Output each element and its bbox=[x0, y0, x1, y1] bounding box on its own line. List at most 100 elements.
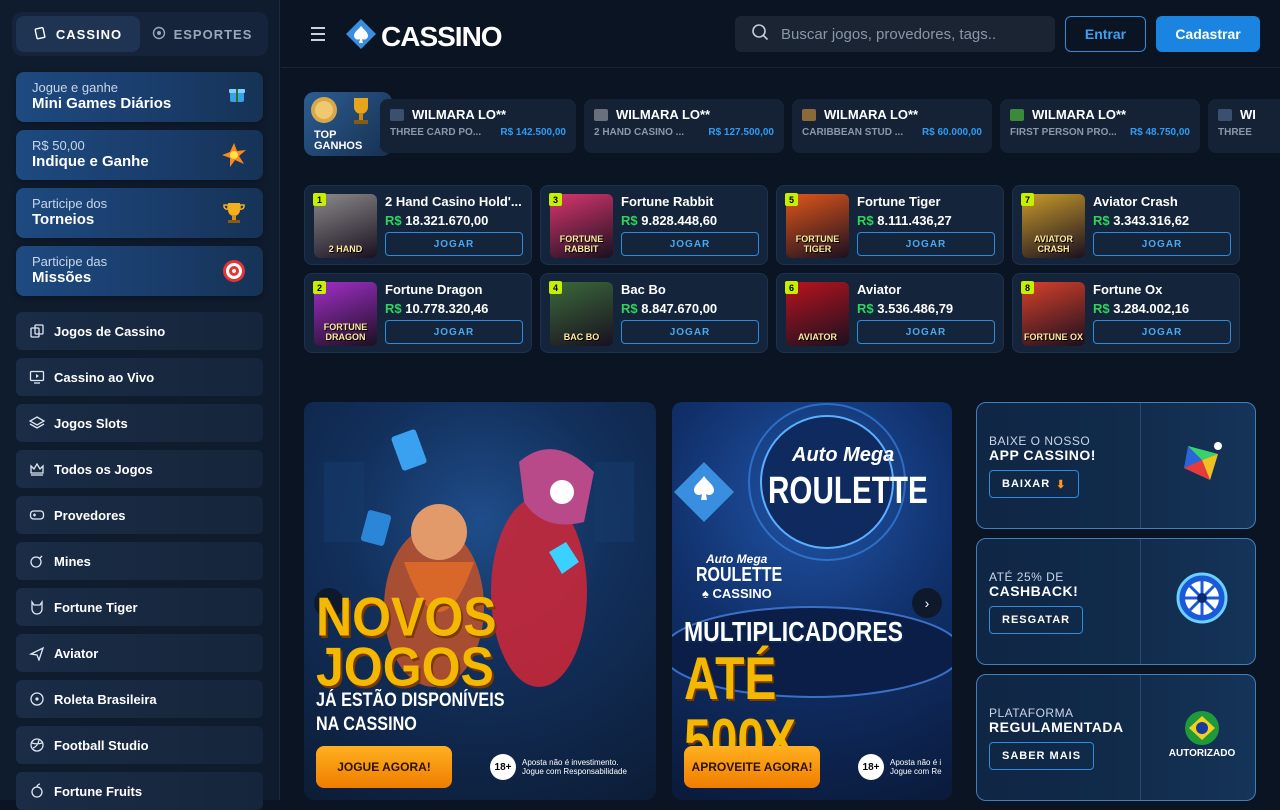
nav-mines[interactable]: Mines bbox=[16, 542, 263, 580]
rank-badge: 8 bbox=[1021, 281, 1034, 294]
search-input[interactable]: Buscar jogos, provedores, tags.. bbox=[735, 16, 1055, 52]
currency: R$ bbox=[621, 213, 638, 228]
winnings-value: 8.111.436,27 bbox=[877, 213, 952, 228]
play-button[interactable]: JOGAR bbox=[385, 320, 523, 344]
aproveite-agora-button[interactable]: APROVEITE AGORA! bbox=[684, 746, 820, 788]
responsible-gaming-notice: 18+ Aposta não é i Jogue com Re bbox=[858, 754, 942, 780]
thumb-label: FORTUNE OX bbox=[1023, 332, 1083, 342]
nav-label: Fortune Fruits bbox=[54, 783, 143, 799]
nav-label: Jogos Slots bbox=[54, 415, 128, 431]
game-thumb-icon bbox=[594, 108, 608, 121]
section-switcher: CASSINO ESPORTES bbox=[12, 12, 268, 56]
game-card[interactable]: 5 FORTUNE TIGER Fortune Tiger R$ 8.111.436,… bbox=[776, 185, 1004, 265]
download-icon: ⬇ bbox=[1056, 478, 1067, 491]
currency: R$ bbox=[1093, 301, 1110, 316]
thumb-label: AVIATOR bbox=[797, 332, 837, 342]
trophy-icon bbox=[221, 200, 247, 232]
play-button[interactable]: JOGAR bbox=[1093, 232, 1231, 256]
card-app-download[interactable]: BAIXE O NOSSO APP CASSINO! BAIXAR ⬇ bbox=[976, 402, 1256, 529]
jogue-agora-button[interactable]: JOGUE AGORA! bbox=[316, 746, 452, 788]
winner-name: WILMARA LO** bbox=[412, 107, 507, 122]
carousel-next-button[interactable]: › bbox=[912, 588, 942, 618]
nav-cassino-ao-vivo[interactable]: Cassino ao Vivo bbox=[16, 358, 263, 396]
game-card[interactable]: 2 FORTUNE DRAGON Fortune Dragon R$ 10.778.3… bbox=[304, 273, 532, 353]
notice-line-2: Jogue com Responsabilidade bbox=[522, 767, 627, 776]
promo-mini-games[interactable]: Jogue e ganhe Mini Games Diários bbox=[16, 72, 263, 122]
win-ticker-item[interactable]: WILMARA LO** FIRST PERSON PRO... R$ 48.75… bbox=[1000, 99, 1200, 153]
nav-todos-os-jogos[interactable]: Todos os Jogos bbox=[16, 450, 263, 488]
banner-brand-1: Auto Mega bbox=[792, 444, 895, 466]
nav-jogos-de-cassino[interactable]: Jogos de Cassino bbox=[16, 312, 263, 350]
rank-badge: 2 bbox=[313, 281, 326, 294]
play-button[interactable]: JOGAR bbox=[857, 232, 995, 256]
rank-badge: 3 bbox=[549, 193, 562, 206]
button-label: BAIXAR bbox=[1002, 478, 1051, 490]
banner-small-3-text: CASSINO bbox=[712, 586, 772, 601]
currency: R$ bbox=[1093, 213, 1110, 228]
login-button[interactable]: Entrar bbox=[1065, 16, 1146, 52]
age-18-icon: 18+ bbox=[490, 754, 516, 780]
promo-torneios[interactable]: Participe dos Torneios bbox=[16, 188, 263, 238]
promo-indique[interactable]: R$ 50,00 Indique e Ganhe bbox=[16, 130, 263, 180]
resgatar-button[interactable]: RESGATAR bbox=[989, 606, 1084, 634]
thumb-label: FORTUNE DRAGON bbox=[323, 322, 368, 342]
menu-icon[interactable] bbox=[311, 27, 325, 45]
card-cashback[interactable]: ATÉ 25% DE CASHBACK! RESGATAR bbox=[976, 538, 1256, 665]
app-icon bbox=[1167, 427, 1237, 497]
target-icon bbox=[221, 258, 247, 290]
win-game: 2 HAND CASINO ... bbox=[594, 127, 685, 138]
game-card[interactable]: 7 AVIATOR CRASH Aviator Crash R$ 3.343.316,… bbox=[1012, 185, 1240, 265]
currency: R$ bbox=[385, 301, 402, 316]
top-ganhos-badge[interactable]: TOP GANHOS bbox=[304, 92, 392, 156]
game-winnings: R$ 9.828.448,60 bbox=[621, 213, 717, 228]
saber-mais-button[interactable]: SABER MAIS bbox=[989, 742, 1095, 770]
nav-fortune-fruits[interactable]: Fortune Fruits bbox=[16, 772, 263, 810]
brand-name: CASSINO bbox=[381, 20, 503, 52]
win-ticker-item[interactable]: WILMARA LO** THREE CARD PO... R$ 142.500,… bbox=[380, 99, 576, 153]
brand-logo[interactable]: CASSINO bbox=[345, 18, 503, 55]
nav-label: Mines bbox=[54, 553, 91, 569]
game-card[interactable]: 3 FORTUNE RABBIT Fortune Rabbit R$ 9.828.44… bbox=[540, 185, 768, 265]
nav-fortune-tiger[interactable]: Fortune Tiger bbox=[16, 588, 263, 626]
play-button[interactable]: JOGAR bbox=[857, 320, 995, 344]
notice-line-1: Aposta não é i bbox=[890, 758, 942, 767]
register-button[interactable]: Cadastrar bbox=[1156, 16, 1260, 52]
game-name: Bac Bo bbox=[621, 282, 666, 297]
game-name: 2 Hand Casino Hold'... bbox=[385, 194, 522, 209]
nav-roleta-brasileira[interactable]: Roleta Brasileira bbox=[16, 680, 263, 718]
game-card[interactable]: 6 AVIATOR Aviator R$ 3.536.486,79 JOGAR bbox=[776, 273, 1004, 353]
game-winnings: R$ 18.321.670,00 bbox=[385, 213, 488, 228]
game-card[interactable]: 1 2 HAND 2 Hand Casino Hold'... R$ 18.321.6… bbox=[304, 185, 532, 265]
nav-football-studio[interactable]: Football Studio bbox=[16, 726, 263, 764]
banner-novos-jogos[interactable]: ‹ NOVOS JOGOS JÁ ESTÃO DISPONÍVEIS NA CA… bbox=[304, 402, 656, 800]
promo-missoes[interactable]: Participe das Missões bbox=[16, 246, 263, 296]
banner-auto-mega-roulette[interactable]: Auto Mega ROULETTE Auto Mega ROULETTE ♠ … bbox=[672, 402, 952, 800]
winner-name: WILMARA LO** bbox=[616, 107, 711, 122]
play-button[interactable]: JOGAR bbox=[621, 320, 759, 344]
nav-label: Provedores bbox=[54, 507, 126, 523]
card-title: CASHBACK! bbox=[989, 583, 1079, 599]
nav-jogos-slots[interactable]: Jogos Slots bbox=[16, 404, 263, 442]
currency: R$ bbox=[385, 213, 402, 228]
thumb-label: 2 HAND bbox=[328, 244, 363, 254]
tiger-icon bbox=[28, 598, 46, 616]
win-ticker-item[interactable]: WILMARA LO** 2 HAND CASINO ... R$ 127.500… bbox=[584, 99, 784, 153]
card-regulamentada[interactable]: PLATAFORMA REGULAMENTADA SABER MAIS AUTO… bbox=[976, 674, 1256, 801]
nav-provedores[interactable]: Provedores bbox=[16, 496, 263, 534]
game-card[interactable]: 4 BAC BO Bac Bo R$ 8.847.670,00 JOGAR bbox=[540, 273, 768, 353]
nav-aviator[interactable]: Aviator bbox=[16, 634, 263, 672]
play-button[interactable]: JOGAR bbox=[1093, 320, 1231, 344]
play-button[interactable]: JOGAR bbox=[385, 232, 523, 256]
rank-badge: 1 bbox=[313, 193, 326, 206]
game-card[interactable]: 8 FORTUNE OX Fortune Ox R$ 3.284.002,16 JOGA… bbox=[1012, 273, 1240, 353]
win-amount: R$ 48.750,00 bbox=[1129, 127, 1190, 138]
banner-sub-2: NA CASSINO bbox=[316, 714, 417, 735]
win-ticker-item[interactable]: WILMARA LO** CARIBBEAN STUD ... R$ 60.000… bbox=[792, 99, 992, 153]
tab-esportes[interactable]: ESPORTES bbox=[140, 16, 264, 52]
baixar-button[interactable]: BAIXAR ⬇ bbox=[989, 470, 1080, 498]
tab-cassino[interactable]: CASSINO bbox=[16, 16, 140, 52]
winner-name: WI bbox=[1240, 107, 1256, 122]
winner-name: WILMARA LO** bbox=[824, 107, 919, 122]
win-ticker-item[interactable]: WI THREE bbox=[1208, 99, 1280, 153]
play-button[interactable]: JOGAR bbox=[621, 232, 759, 256]
